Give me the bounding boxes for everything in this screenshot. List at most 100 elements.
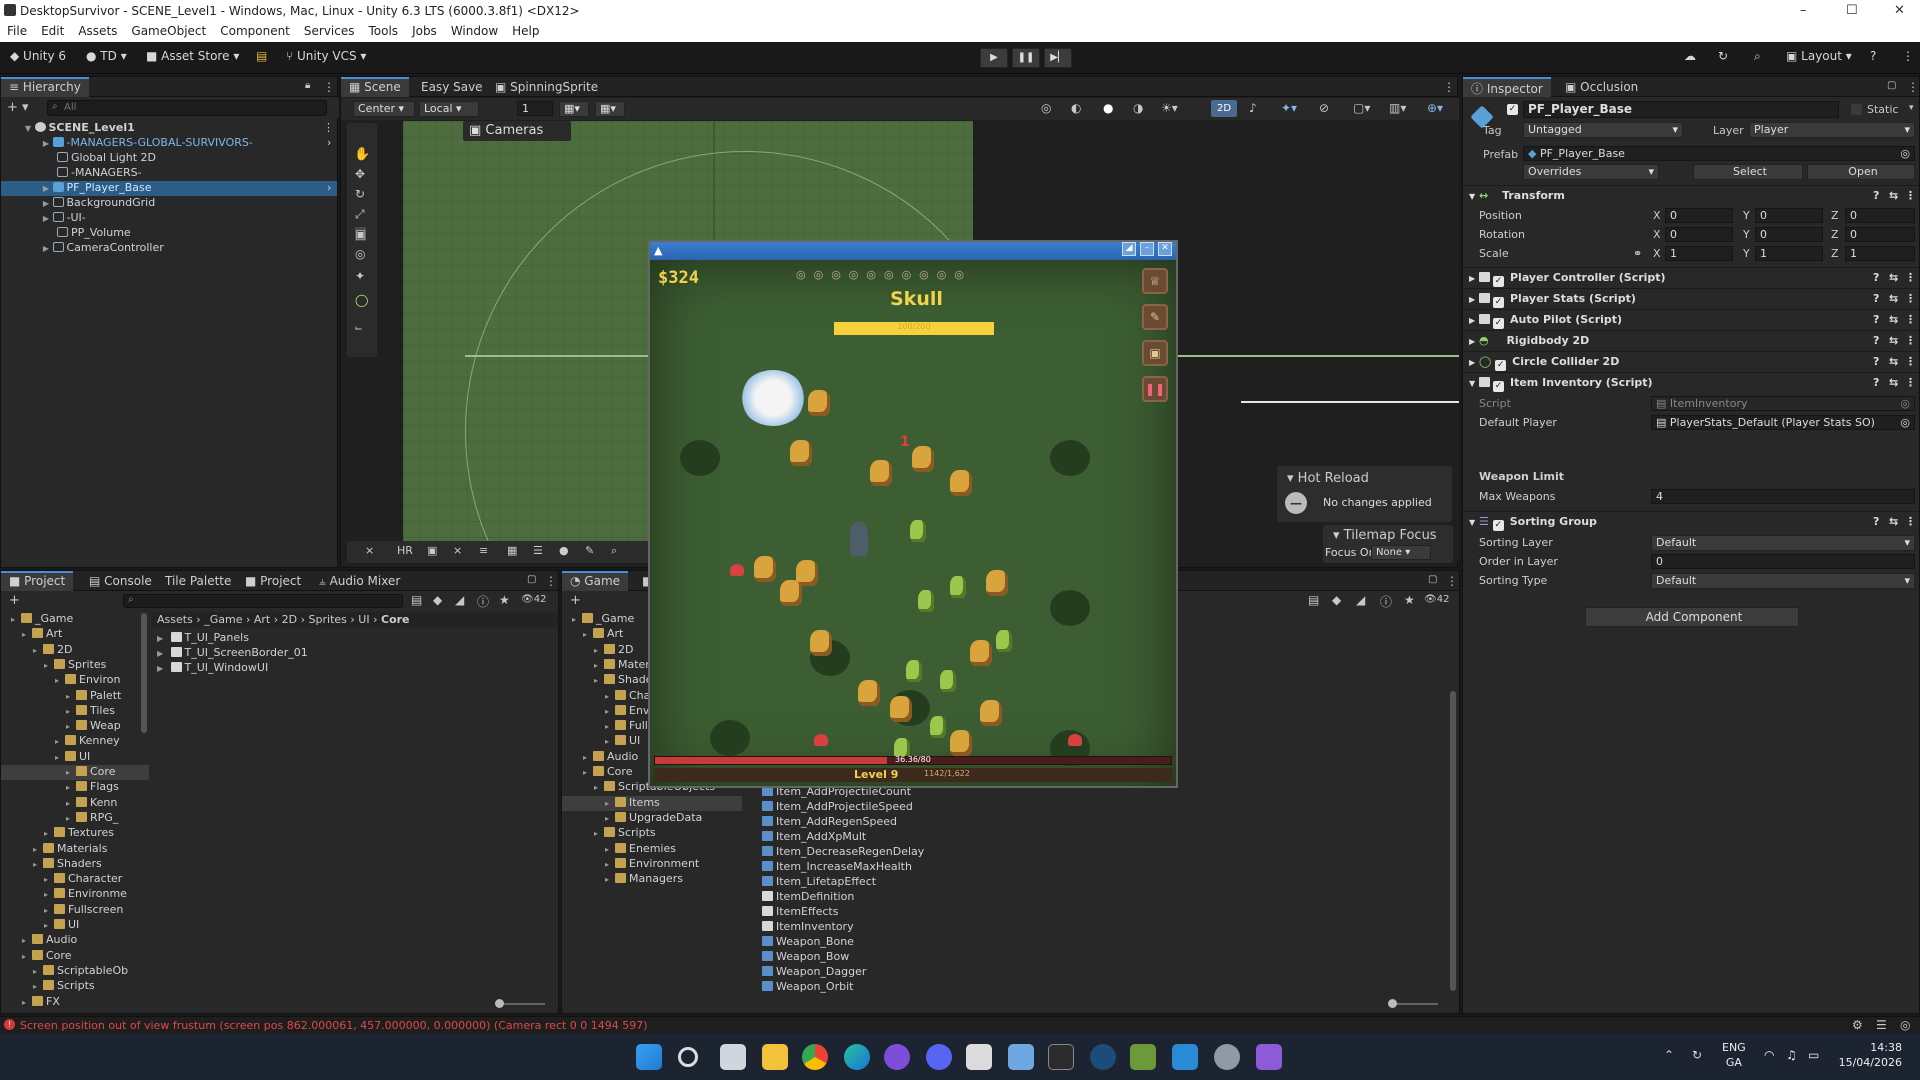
app-icon[interactable] <box>1008 1044 1034 1070</box>
menu-file[interactable]: File <box>0 22 34 38</box>
tab-project[interactable]: ■ Project <box>1 571 74 591</box>
zoom-icon[interactable]: ⌕ <box>611 544 617 558</box>
lit-icon[interactable]: ● <box>1103 101 1113 115</box>
space-dropdown[interactable]: Local ▾ <box>419 101 479 117</box>
expand-arrow-icon[interactable]: ▶ <box>1 244 49 253</box>
fx-icon[interactable]: ✦▾ <box>1281 101 1297 115</box>
filter-icon[interactable]: ◢ <box>1356 593 1365 607</box>
help-icon[interactable]: ? <box>1873 189 1879 202</box>
wifi-icon[interactable]: ◠ <box>1764 1048 1774 1062</box>
layout-dropdown[interactable]: ▣ Layout ▾ <box>1786 49 1852 63</box>
select-button[interactable]: Select <box>1693 164 1803 180</box>
tab-game[interactable]: ◔ Game <box>562 571 629 591</box>
expand-arrow-icon[interactable]: ▸ <box>594 676 604 685</box>
hierarchy-search-input[interactable]: ⌕ All <box>47 100 327 116</box>
tree-folder[interactable]: ▸ UpgradeData <box>562 811 742 826</box>
menu-component[interactable]: Component <box>213 22 297 38</box>
tree-folder[interactable]: ▸ Materials <box>1 842 149 857</box>
asset-item[interactable]: ▶ T_UI_Panels <box>157 631 558 646</box>
breadcrumb-sprites[interactable]: Sprites <box>309 613 347 626</box>
minimize-icon[interactable]: – <box>1800 3 1807 18</box>
overrides-dropdown[interactable]: Overrides ▾ <box>1523 164 1659 180</box>
tab-console[interactable]: ▤ Console <box>81 571 160 591</box>
volume-icon[interactable]: ♫ <box>1786 1048 1797 1062</box>
hierarchy-item-background-grid[interactable]: ▶ BackgroundGrid <box>1 196 337 211</box>
enabled-checkbox[interactable]: ✓ <box>1495 360 1507 371</box>
help-icon[interactable]: ? <box>1870 49 1876 63</box>
lock-icon[interactable]: ▢ <box>527 574 536 585</box>
filter-type-icon[interactable]: ▤ <box>411 593 422 607</box>
debug-icon[interactable]: ⚙ <box>1852 1018 1863 1032</box>
more-icon[interactable]: ⋮ <box>1905 334 1916 347</box>
tab-project-2[interactable]: ■ Project <box>237 571 309 591</box>
tree-folder[interactable]: ▸ UI <box>1 750 149 765</box>
rect-icon[interactable]: ▣ <box>427 544 437 557</box>
sorting-type-dropdown[interactable]: Default ▾ <box>1651 573 1915 589</box>
expand-arrow-icon[interactable]: ▶ <box>1469 358 1475 367</box>
expand-arrow-icon[interactable]: ▸ <box>66 783 76 792</box>
tree-folder[interactable]: ▸ Environ <box>1 673 149 688</box>
expand-arrow-icon[interactable]: ▸ <box>594 829 604 838</box>
expand-arrow-icon[interactable]: ▶ <box>1469 316 1475 325</box>
tab-easy-save[interactable]: Easy Save <box>413 77 491 97</box>
tree-folder[interactable]: ▸Environment <box>562 857 742 872</box>
view-options-icon[interactable]: ◎ <box>1041 101 1051 115</box>
enabled-checkbox[interactable]: ✓ <box>1493 297 1504 308</box>
add-icon[interactable]: + <box>9 593 20 608</box>
paint-icon[interactable] <box>1172 1044 1198 1070</box>
expand-arrow-icon[interactable]: ▶ <box>157 634 167 643</box>
tree-folder[interactable]: ▸ Audio <box>1 933 149 948</box>
preset-icon[interactable]: ⇆ <box>1889 271 1898 284</box>
rotation-z-field[interactable]: 0 <box>1845 227 1915 242</box>
expand-arrow-icon[interactable]: ▶ <box>1 184 49 193</box>
position-x-field[interactable]: 0 <box>1665 208 1733 223</box>
game-window[interactable]: ▲ ◢ – ✕ $324 ◎◎◎◎◎◎◎◎◎◎ Skull 200/200 ♕ … <box>648 240 1178 788</box>
max-weapons-field[interactable]: 4 <box>1651 489 1915 504</box>
component-item-inventory[interactable]: ▼ ✓ Item Inventory (Script)? ⇆ ⋮ <box>1463 372 1919 392</box>
account-button[interactable]: ◆ Unity 6 <box>10 49 66 63</box>
position-z-field[interactable]: 0 <box>1845 208 1915 223</box>
breadcrumb-art[interactable]: Art <box>254 613 270 626</box>
more-icon[interactable]: ⋮ <box>1446 574 1458 588</box>
help-icon[interactable]: ? <box>1873 355 1879 368</box>
menu-window[interactable]: Window <box>444 22 505 38</box>
more-icon[interactable]: ⋮ <box>1443 80 1455 94</box>
expand-arrow-icon[interactable]: ▸ <box>66 799 76 808</box>
tool-rotate-icon[interactable]: ↻ <box>355 187 365 201</box>
asset-item[interactable]: Weapon_Dagger <box>762 965 1062 980</box>
settings-icon[interactable] <box>1214 1044 1240 1070</box>
tree-scrollbar[interactable] <box>141 613 147 733</box>
zoom-slider[interactable] <box>1388 999 1438 1008</box>
preset-icon[interactable]: ⇆ <box>1889 313 1898 326</box>
console-error-message[interactable]: Screen position out of view frustum (scr… <box>20 1019 648 1032</box>
position-y-field[interactable]: 0 <box>1755 208 1823 223</box>
tab-audio-mixer[interactable]: ⫨ Audio Mixer <box>311 571 408 591</box>
breadcrumb-ui[interactable]: UI <box>358 613 369 626</box>
tree-folder[interactable]: ▸ Scripts <box>562 826 742 841</box>
expand-arrow-icon[interactable]: ▸ <box>594 783 604 792</box>
layers-icon[interactable]: ☰ <box>1876 1018 1887 1032</box>
breadcrumb-game[interactable]: _Game <box>204 613 242 626</box>
layer-dropdown[interactable]: Player ▾ <box>1749 122 1915 138</box>
static-dropdown-icon[interactable]: ▾ <box>1909 103 1914 113</box>
lock-icon[interactable]: ▢ <box>1428 574 1437 585</box>
circle-icon[interactable]: ● <box>559 544 569 557</box>
tree-folder[interactable]: ▸ Kenney <box>1 734 149 749</box>
more-icon[interactable]: ⋮ <box>323 121 334 134</box>
scale-y-field[interactable]: 1 <box>1755 246 1823 261</box>
tree-folder[interactable]: ▸ Managers <box>562 872 742 887</box>
focus-on-dropdown[interactable]: None ▾ <box>1371 545 1431 560</box>
paint-icon[interactable]: ✎ <box>585 544 594 557</box>
layers-icon[interactable]: ☰ <box>533 544 543 557</box>
chevron-up-icon[interactable]: ⌃ <box>1664 1048 1674 1062</box>
expand-arrow-icon[interactable]: ▸ <box>22 998 32 1007</box>
align-icon[interactable]: ⨯ <box>365 544 374 557</box>
asset-item[interactable]: Item_AddXpMult <box>762 830 1062 845</box>
tree-folder[interactable]: ▸ Environme <box>1 887 149 902</box>
asset-item[interactable]: ▶ T_UI_WindowUI <box>157 661 558 676</box>
expand-arrow-icon[interactable]: ▼ <box>1 124 31 133</box>
tree-folder[interactable]: ▸ Flags <box>1 780 149 795</box>
maximize-icon[interactable]: ☐ <box>1846 3 1858 18</box>
pause-button[interactable]: ❚❚ <box>1142 376 1168 402</box>
expand-arrow-icon[interactable]: ▸ <box>44 906 54 915</box>
